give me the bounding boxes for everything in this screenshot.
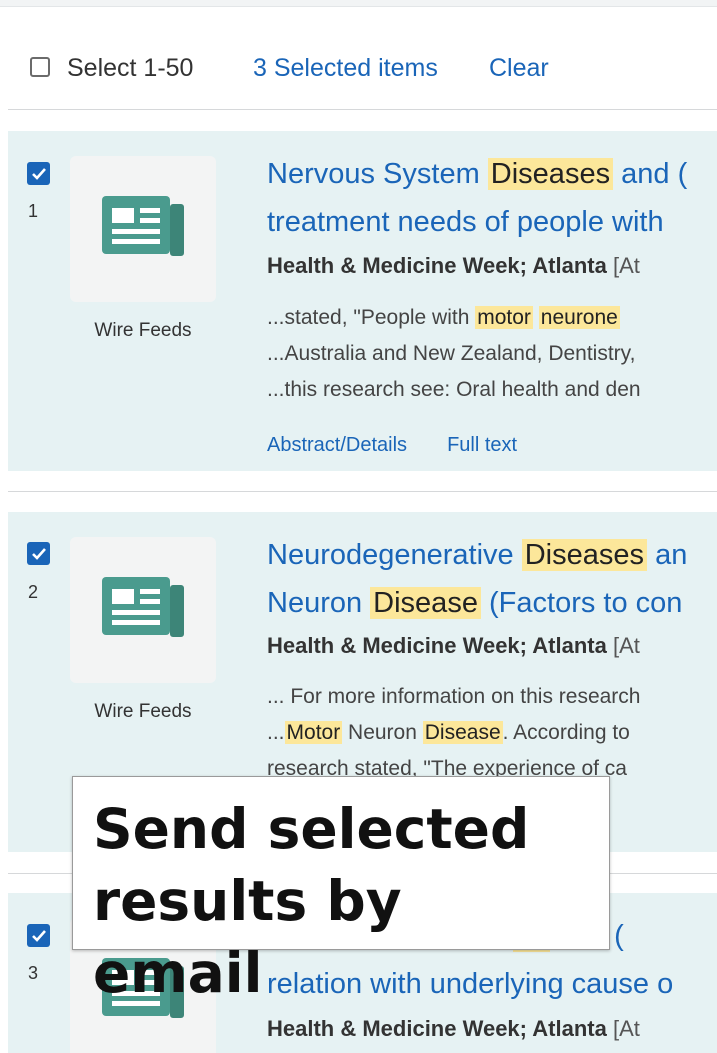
selection-bar: Select 1-50 3 Selected items Clear xyxy=(0,44,717,92)
source-type-label: Wire Feeds xyxy=(94,701,192,722)
snippet-text: ... For more information on this researc… xyxy=(267,685,641,708)
result-item-1: 1 Wire Feeds Nervous System Diseases and… xyxy=(8,131,717,471)
snippet-text: ... xyxy=(267,721,285,744)
title-highlight: Diseases xyxy=(521,539,648,571)
snippet-text: ...Australia and New Zealand, Dentistry, xyxy=(267,342,636,365)
publication-name: Health & Medicine Week; Atlanta xyxy=(267,633,607,658)
newspaper-icon xyxy=(102,196,184,256)
abstract-details-link[interactable]: Abstract/Details xyxy=(267,434,407,456)
check-icon xyxy=(31,547,46,560)
result-number: 3 xyxy=(28,963,39,983)
result-snippets: ... For more information on this researc… xyxy=(267,679,640,787)
source-type-label: Wire Feeds xyxy=(94,320,192,341)
result-title-link[interactable]: Nervous System Diseases and ( treatment … xyxy=(267,150,687,246)
snippet-highlight: Motor xyxy=(284,721,343,744)
snippet-line: ...this research see: Oral health and de… xyxy=(267,372,641,408)
snippet-text: . According to xyxy=(502,721,630,744)
publication-place: [At xyxy=(606,633,640,658)
title-highlight: Disease xyxy=(370,587,481,619)
result-snippets: ...stated, "People with motor neurone ..… xyxy=(267,300,641,408)
result-thumbnail[interactable] xyxy=(70,156,216,302)
result-checkbox-3[interactable] xyxy=(27,924,50,947)
result-number: 1 xyxy=(28,201,39,221)
publication-name: Health & Medicine Week; Atlanta xyxy=(267,253,607,278)
full-text-link[interactable]: Full text xyxy=(447,434,517,456)
clear-selection-link[interactable]: Clear xyxy=(489,54,549,83)
snippet-line: ...Australia and New Zealand, Dentistry, xyxy=(267,336,641,372)
callout-line-1: Send selected xyxy=(93,797,530,861)
result-number: 2 xyxy=(28,582,39,602)
top-border xyxy=(0,0,717,7)
callout-caption: Send selected results by email xyxy=(72,776,610,1005)
callout-line-2: results by email xyxy=(93,869,402,1005)
snippet-text: ...stated, "People with xyxy=(267,306,476,329)
title-text: Neuron xyxy=(267,587,371,619)
result-title-link[interactable]: Neurodegenerative Diseases an Neuron Dis… xyxy=(267,531,687,627)
check-icon xyxy=(31,929,46,942)
snippet-text: ...this research see: Oral health and de… xyxy=(267,378,641,401)
result-checkbox-2[interactable] xyxy=(27,542,50,565)
publication-info: Health & Medicine Week; Atlanta [At xyxy=(267,253,640,279)
select-all-checkbox[interactable] xyxy=(30,57,50,77)
result-links: Abstract/Details Full text xyxy=(267,434,557,457)
title-text: an xyxy=(647,539,688,571)
title-text: and ( xyxy=(613,158,688,190)
snippet-text xyxy=(533,306,539,329)
snippet-highlight: neurone xyxy=(538,306,620,329)
publication-info: Health & Medicine Week; Atlanta [At xyxy=(267,633,640,659)
select-all-label[interactable]: Select 1-50 xyxy=(67,54,193,83)
newspaper-icon xyxy=(102,577,184,637)
snippet-line: ...Motor Neuron Disease. According to xyxy=(267,715,640,751)
result-thumbnail[interactable] xyxy=(70,537,216,683)
check-icon xyxy=(31,167,46,180)
title-text: treatment needs of people with xyxy=(267,206,664,238)
publication-name: Health & Medicine Week; Atlanta xyxy=(267,1016,607,1041)
title-text: Neurodegenerative xyxy=(267,539,522,571)
snippet-text: Neuron xyxy=(342,721,423,744)
title-highlight: Diseases xyxy=(487,158,614,190)
publication-place: [At xyxy=(606,1016,640,1041)
publication-place: [At xyxy=(606,253,640,278)
snippet-line: ...stated, "People with motor neurone xyxy=(267,300,641,336)
divider xyxy=(8,491,717,492)
snippet-highlight: Disease xyxy=(422,721,503,744)
selected-items-link[interactable]: 3 Selected items xyxy=(253,54,438,83)
divider xyxy=(8,109,717,110)
title-text: (Factors to con xyxy=(480,587,683,619)
snippet-line: ... For more information on this researc… xyxy=(267,679,640,715)
title-text: Nervous System xyxy=(267,158,488,190)
publication-info: Health & Medicine Week; Atlanta [At xyxy=(267,1016,640,1042)
snippet-highlight: motor xyxy=(475,306,533,329)
result-checkbox-1[interactable] xyxy=(27,162,50,185)
